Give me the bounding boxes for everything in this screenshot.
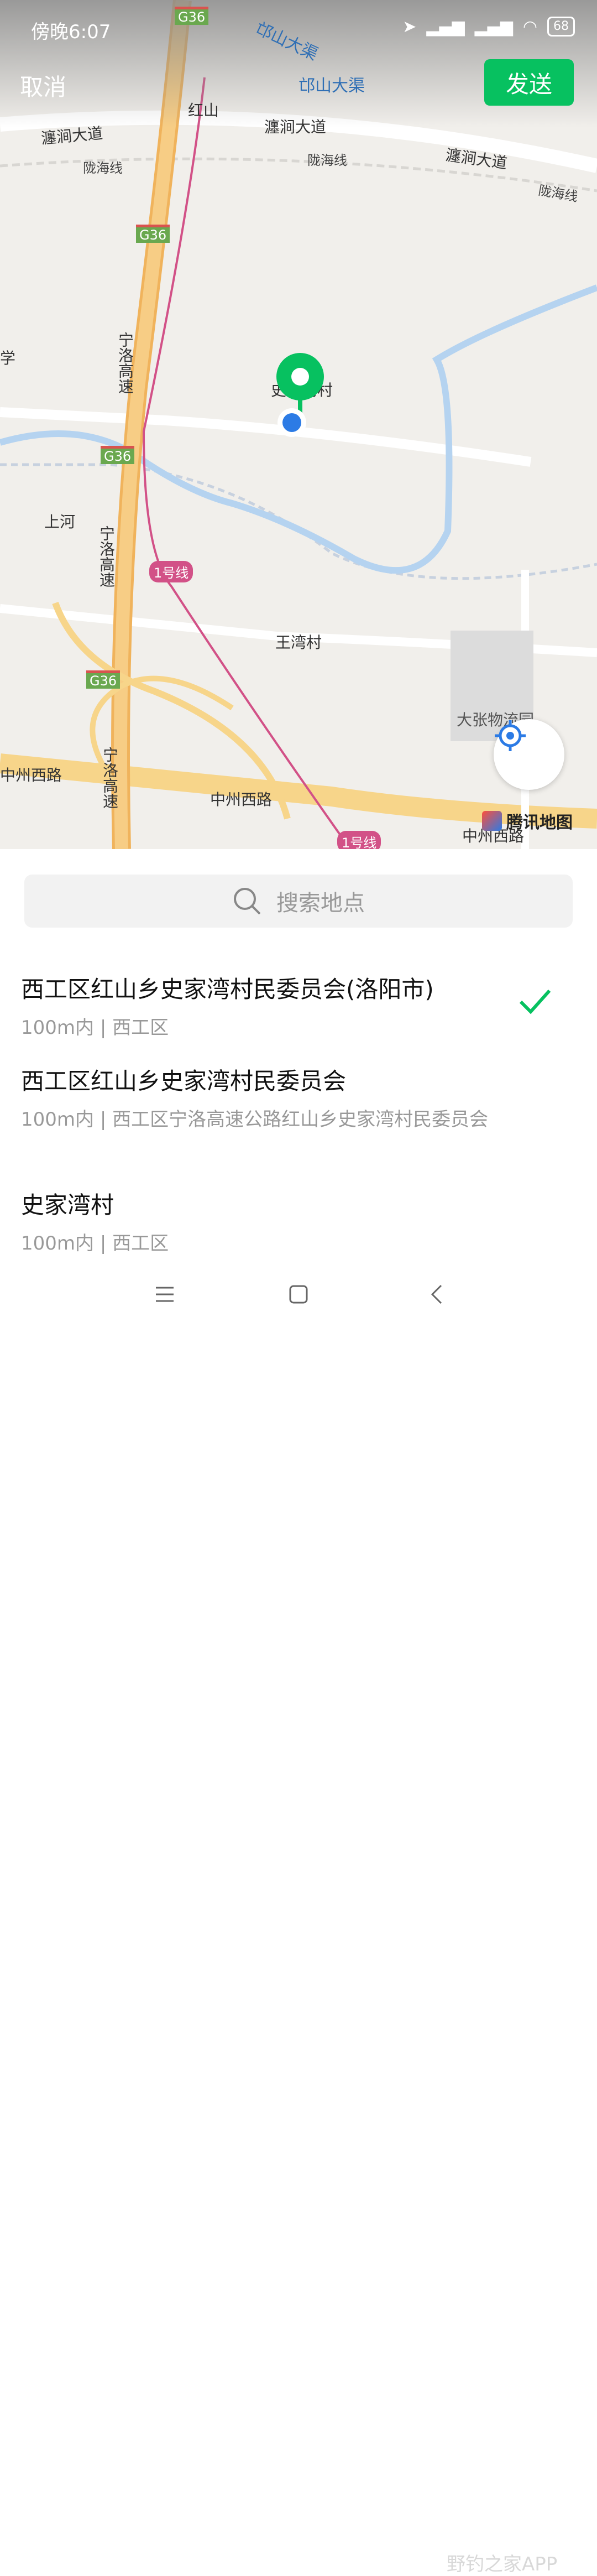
- map-label-road: 中州西路: [0, 766, 62, 784]
- metro-badge: 1号线: [149, 561, 193, 582]
- highway-shield: G36: [136, 225, 170, 243]
- status-bar: 傍晚6:07 ➤ ▂▄▆ ▂▄▆ ◠ 68: [0, 0, 597, 55]
- map-label-hongshan: 红山: [188, 101, 219, 119]
- search-placeholder: 搜索地点: [276, 891, 365, 916]
- map-label-school: 学: [0, 349, 16, 367]
- check-icon: [519, 989, 551, 1014]
- map-label-expressway: 宁洛高速: [101, 747, 119, 809]
- signal-icon: ▂▄▆: [474, 17, 513, 37]
- menu-icon[interactable]: [154, 1283, 176, 1305]
- map-label-canal: 邙山大渠: [298, 76, 365, 96]
- watermark: 野钓之家APP: [447, 2553, 558, 2575]
- place-item[interactable]: 西工区红山乡史家湾村民委员会 100m内 | 西工区宁洛高速公路红山乡史家湾村民…: [21, 1063, 574, 1134]
- map-label-road: 中州西路: [210, 790, 273, 809]
- crosshair-icon: [495, 720, 526, 751]
- map-label-rail: 陇海线: [83, 160, 123, 176]
- search-icon: [234, 888, 261, 915]
- place-detail: 100m内 | 西工区宁洛高速公路红山乡史家湾村民委员会: [21, 1109, 489, 1131]
- cancel-button[interactable]: 取消: [20, 69, 66, 102]
- send-button[interactable]: 发送: [484, 59, 574, 106]
- pin-icon: [276, 353, 324, 437]
- map-label-expressway: 宁洛高速: [97, 525, 116, 587]
- place-detail: 100m内 | 西工区: [21, 1017, 169, 1039]
- place-name: 西工区红山乡史家湾村民委员会: [21, 1068, 347, 1095]
- place-panel: 搜索地点 西工区红山乡史家湾村民委员会(洛阳市) 100m内 | 西工区 西工区…: [0, 849, 597, 1328]
- highway-shield: G36: [86, 670, 121, 689]
- signal-icon: ▂▄▆: [426, 17, 465, 37]
- map-provider-logo: 腾讯地图: [482, 809, 573, 833]
- my-location-button[interactable]: [494, 719, 564, 790]
- home-icon[interactable]: [287, 1283, 310, 1305]
- place-item[interactable]: 西工区红山乡史家湾村民委员会(洛阳市) 100m内 | 西工区: [21, 971, 574, 1042]
- status-icons: ➤ ▂▄▆ ▂▄▆ ◠ 68: [402, 17, 575, 37]
- place-detail: 100m内 | 西工区: [21, 1232, 169, 1255]
- place-name: 西工区红山乡史家湾村民委员会(洛阳市): [21, 976, 434, 1003]
- map-label-expressway: 宁洛高速: [116, 332, 134, 394]
- battery-icon: 68: [547, 17, 575, 37]
- map-label-shanghe: 上河: [44, 513, 76, 531]
- tencent-map-icon: [482, 811, 502, 831]
- wifi-icon: ◠: [522, 17, 537, 37]
- search-input[interactable]: 搜索地点: [24, 875, 573, 928]
- highway-shield: G36: [101, 446, 135, 464]
- map-label-rail: 陇海线: [307, 153, 347, 168]
- metro-badge: 1号线: [337, 831, 381, 849]
- map-label-wangwan: 王湾村: [275, 633, 322, 652]
- status-time: 傍晚6:07: [31, 21, 111, 43]
- place-item[interactable]: 史家湾村 100m内 | 西工区: [21, 1186, 574, 1258]
- map-view[interactable]: 邙山大渠 邙山大渠 红山 瀍涧大道 瀍涧大道 瀍涧大道 陇海线 陇海线 陇海线 …: [0, 0, 597, 849]
- navigation-bar: 野钓之家APP: [0, 1267, 597, 2575]
- back-icon[interactable]: [426, 1283, 448, 1305]
- place-name: 史家湾村: [21, 1191, 114, 1219]
- map-label-road: 瀍涧大道: [264, 118, 327, 136]
- location-arrow-icon: ➤: [402, 17, 417, 37]
- provider-label: 腾讯地图: [506, 813, 573, 832]
